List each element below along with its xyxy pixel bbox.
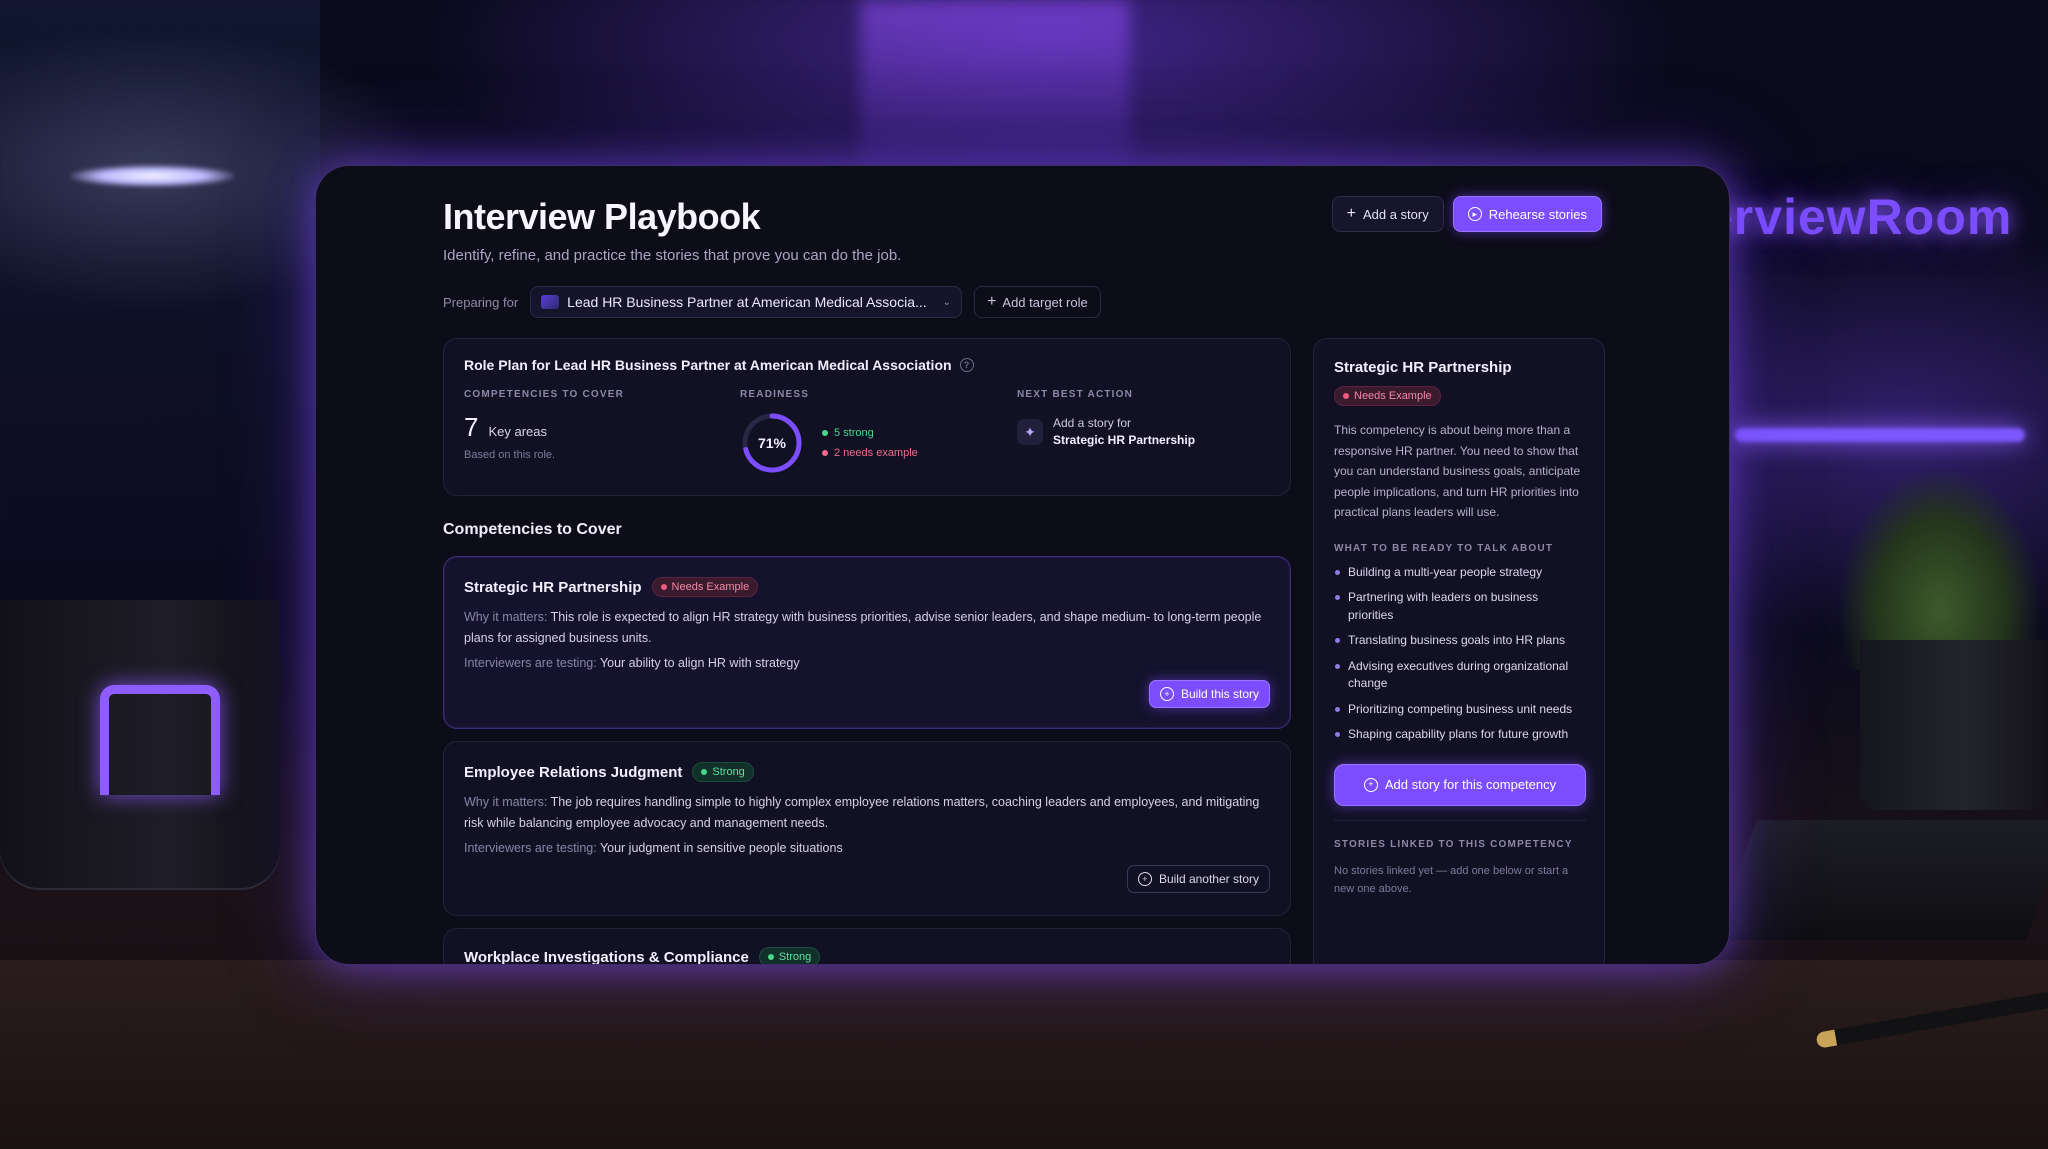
background-lamp bbox=[70, 165, 235, 187]
rehearse-label: Rehearse stories bbox=[1488, 206, 1587, 222]
readiness-kicker: READINESS bbox=[740, 389, 810, 400]
testing-text: Your judgment in sensitive people situat… bbox=[599, 841, 843, 855]
door-logo-icon bbox=[100, 685, 220, 795]
add-story-for-competency-button[interactable]: + Add story for this competency bbox=[1334, 763, 1586, 806]
list-item: Advising executives during organizationa… bbox=[1334, 658, 1586, 693]
status-badge-label: Needs Example bbox=[1354, 390, 1432, 402]
help-icon[interactable]: ? bbox=[959, 358, 974, 372]
divider bbox=[1334, 819, 1586, 821]
why-text: This role is expected to align HR strate… bbox=[464, 610, 1262, 645]
play-circle-icon: ▸ bbox=[1467, 207, 1482, 221]
company-logo-icon bbox=[541, 295, 560, 309]
readiness-ring: 71% bbox=[740, 411, 804, 475]
readiness-legend: 5 strong 2 needs example bbox=[822, 423, 918, 463]
background-pot bbox=[1860, 640, 2048, 810]
talk-about-list: Building a multi-year people strategy Pa… bbox=[1334, 564, 1586, 744]
status-badge: Strong bbox=[692, 762, 754, 782]
role-plan-card: Role Plan for Lead HR Business Partner a… bbox=[443, 338, 1291, 496]
role-plan-title-text: Role Plan for Lead HR Business Partner a… bbox=[464, 357, 952, 373]
competency-card[interactable]: Strategic HR Partnership Needs Example W… bbox=[443, 556, 1291, 729]
talk-about-kicker: WHAT TO BE READY TO TALK ABOUT bbox=[1334, 542, 1554, 554]
competencies-count: 7 bbox=[464, 412, 479, 442]
linked-stories-kicker: STORIES LINKED TO THIS COMPETENCY bbox=[1334, 838, 1573, 850]
add-story-for-competency-label: Add story for this competency bbox=[1384, 777, 1557, 792]
plus-icon: + bbox=[987, 293, 997, 310]
next-action-link[interactable]: Add a story for Strategic HR Partnership bbox=[1053, 415, 1195, 449]
list-item: Shaping capability plans for future grow… bbox=[1334, 726, 1586, 744]
status-badge-label: Needs Example bbox=[671, 581, 750, 593]
add-circle-icon: + bbox=[1159, 687, 1174, 701]
readiness-summary: READINESS 71% 5 strong 2 needs example bbox=[740, 389, 980, 489]
header-actions: + Add a story ▸ Rehearse stories bbox=[1331, 196, 1602, 232]
next-action-kicker: NEXT BEST ACTION bbox=[1017, 389, 1134, 400]
page-subtitle: Identify, refine, and practice the stori… bbox=[443, 247, 902, 264]
status-badge: Needs Example bbox=[1334, 386, 1441, 406]
background-neon-glow bbox=[860, 0, 1130, 170]
testing-text: Your ability to align HR with strategy bbox=[599, 656, 800, 670]
sparkle-icon[interactable]: ✦ bbox=[1017, 419, 1043, 445]
background-notebook bbox=[1713, 820, 2048, 940]
list-item: Translating business goals into HR plans bbox=[1334, 632, 1586, 650]
competency-detail-panel: Strategic HR Partnership Needs Example T… bbox=[1313, 338, 1605, 964]
background-desk bbox=[0, 960, 2048, 1149]
background-window bbox=[0, 0, 320, 560]
why-label: Why it matters: bbox=[464, 610, 548, 624]
next-action-line1: Add a story for bbox=[1053, 416, 1132, 430]
preparing-row: Preparing for Lead HR Business Partner a… bbox=[443, 286, 1101, 318]
status-badge-label: Strong bbox=[712, 766, 745, 778]
next-action-line2: Strategic HR Partnership bbox=[1053, 433, 1196, 447]
add-circle-icon: + bbox=[1363, 777, 1378, 792]
status-badge-label: Strong bbox=[778, 951, 812, 963]
add-target-role-label: Add target role bbox=[1002, 294, 1088, 310]
build-story-button[interactable]: + Build this story bbox=[1148, 680, 1270, 708]
target-role-select[interactable]: Lead HR Business Partner at American Med… bbox=[530, 286, 963, 318]
competencies-note: Based on this role. bbox=[464, 449, 556, 461]
section-title-competencies: Competencies to Cover bbox=[443, 521, 622, 538]
chevron-down-icon: ⌄ bbox=[942, 296, 952, 308]
detail-description: This competency is about being more than… bbox=[1334, 423, 1581, 519]
build-story-label: Build this story bbox=[1180, 687, 1259, 701]
next-action: NEXT BEST ACTION ✦ Add a story for Strat… bbox=[1017, 389, 1277, 489]
add-story-button[interactable]: + Add a story bbox=[1331, 196, 1444, 232]
testing-label: Interviewers are testing: bbox=[464, 656, 597, 670]
competency-card[interactable]: Employee Relations Judgment Strong Why i… bbox=[443, 741, 1291, 916]
detail-title: Strategic HR Partnership bbox=[1334, 359, 1512, 376]
build-another-story-label: Build another story bbox=[1158, 872, 1259, 886]
strong-count: 5 strong bbox=[834, 427, 874, 439]
background-neon-sign: erviewRoom bbox=[1705, 189, 2013, 245]
rehearse-stories-button[interactable]: ▸ Rehearse stories bbox=[1452, 196, 1602, 232]
competency-name: Workplace Investigations & Compliance bbox=[464, 948, 749, 965]
add-target-role-button[interactable]: + Add target role bbox=[974, 286, 1101, 318]
app-window: Interview Playbook Identify, refine, and… bbox=[315, 165, 1730, 965]
readiness-percent: 71% bbox=[757, 435, 787, 451]
competencies-unit: Key areas bbox=[488, 424, 548, 439]
add-circle-icon: + bbox=[1137, 872, 1152, 886]
plus-icon: + bbox=[1346, 205, 1356, 222]
competency-card[interactable]: Workplace Investigations & Compliance St… bbox=[443, 928, 1291, 965]
why-label: Why it matters: bbox=[464, 795, 548, 809]
testing-label: Interviewers are testing: bbox=[464, 841, 597, 855]
list-item: Prioritizing competing business unit nee… bbox=[1334, 701, 1586, 719]
competency-name: Employee Relations Judgment bbox=[464, 763, 683, 781]
list-item: Partnering with leaders on business prio… bbox=[1334, 589, 1586, 624]
list-item: Building a multi-year people strategy bbox=[1334, 564, 1586, 582]
role-plan-title: Role Plan for Lead HR Business Partner a… bbox=[464, 357, 974, 373]
background-neon-bar bbox=[1735, 428, 2025, 442]
competency-name: Strategic HR Partnership bbox=[464, 578, 642, 596]
build-another-story-button[interactable]: + Build another story bbox=[1126, 865, 1270, 893]
needs-count: 2 needs example bbox=[834, 447, 918, 459]
status-badge: Needs Example bbox=[651, 577, 759, 597]
why-text: The job requires handling simple to high… bbox=[464, 795, 1260, 830]
status-badge: Strong bbox=[758, 947, 821, 964]
competencies-kicker: COMPETENCIES TO COVER bbox=[464, 389, 625, 400]
add-story-label: Add a story bbox=[1362, 206, 1429, 222]
competencies-summary: COMPETENCIES TO COVER 7 Key areas Based … bbox=[464, 389, 624, 461]
preparing-label: Preparing for bbox=[443, 294, 519, 310]
target-role-value: Lead HR Business Partner at American Med… bbox=[567, 294, 927, 310]
linked-stories-empty: No stories linked yet — add one below or… bbox=[1334, 864, 1569, 895]
